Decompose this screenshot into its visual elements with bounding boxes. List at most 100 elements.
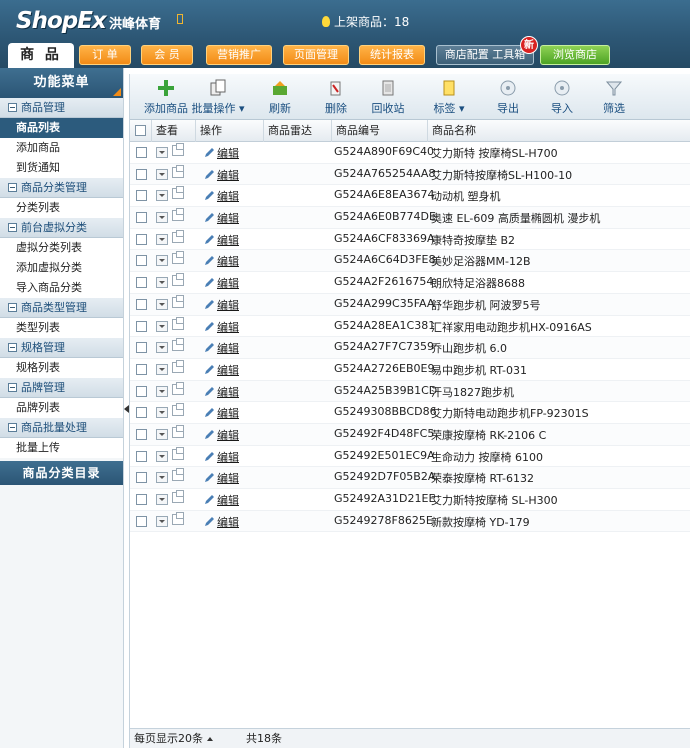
- table-row[interactable]: 编辑 G52492F4D48FC5 荣康按摩椅 RK-2106 C: [130, 423, 690, 446]
- row-checkbox[interactable]: [136, 212, 147, 224]
- view-icon[interactable]: [172, 490, 184, 503]
- row-dropdown-icon[interactable]: [156, 407, 168, 419]
- edit-link[interactable]: 编辑: [217, 492, 239, 508]
- tab-pages[interactable]: 页面管理: [283, 45, 349, 65]
- edit-link[interactable]: 编辑: [217, 167, 239, 183]
- table-row[interactable]: 编辑 G524A6E8EA3674 动动机 塑身机: [130, 185, 690, 208]
- row-checkbox[interactable]: [136, 428, 147, 440]
- view-icon[interactable]: [172, 316, 184, 330]
- add-goods-button[interactable]: 添加商品: [136, 78, 196, 116]
- row-dropdown-icon[interactable]: [156, 212, 168, 224]
- tag-button[interactable]: 标签 ▾: [419, 78, 479, 116]
- sidebar-group-brand[interactable]: 品牌管理: [0, 378, 123, 398]
- table-row[interactable]: 编辑 G524A890F69C40 艾力斯特 按摩椅SL-H700: [130, 142, 690, 164]
- tab-marketing[interactable]: 营销推广: [206, 45, 272, 65]
- row-dropdown-icon[interactable]: [156, 428, 168, 440]
- view-icon[interactable]: [172, 229, 184, 243]
- view-icon[interactable]: [172, 468, 184, 482]
- view-icon[interactable]: [172, 294, 184, 308]
- table-row[interactable]: 编辑 G524A27F7C7359 乔山跑步机 6.0: [130, 337, 690, 359]
- sidebar-item-category-list[interactable]: 分类列表: [0, 198, 123, 218]
- tab-reports[interactable]: 统计报表: [359, 45, 425, 65]
- collapse-icon[interactable]: [8, 383, 17, 392]
- row-checkbox[interactable]: [136, 515, 147, 527]
- edit-link[interactable]: 编辑: [217, 319, 239, 335]
- col-name[interactable]: 商品名称: [428, 120, 690, 142]
- table-row[interactable]: 编辑 G524A299C35FAA 舒华跑步机 阿波罗5号: [130, 293, 690, 316]
- row-checkbox[interactable]: [136, 233, 147, 245]
- select-all-checkbox[interactable]: [135, 125, 146, 136]
- sidebar-group-spec[interactable]: 规格管理: [0, 338, 123, 358]
- tab-store-config-toolbox[interactable]: 商店配置 工具箱: [436, 45, 534, 65]
- view-icon[interactable]: [172, 403, 184, 417]
- sidebar-group-goods[interactable]: 商品管理: [0, 98, 123, 118]
- edit-link[interactable]: 编辑: [217, 427, 239, 443]
- sidebar-item-arrival-notice[interactable]: 到货通知: [0, 158, 123, 178]
- view-icon[interactable]: [172, 251, 184, 265]
- sidebar-item-batch-upload[interactable]: 批量上传: [0, 438, 123, 458]
- collapse-icon[interactable]: [8, 223, 17, 232]
- collapse-icon[interactable]: [8, 183, 17, 192]
- row-dropdown-icon[interactable]: [156, 363, 168, 375]
- row-checkbox[interactable]: [136, 342, 147, 354]
- edit-link[interactable]: 编辑: [217, 253, 239, 269]
- edit-link[interactable]: 编辑: [217, 384, 239, 400]
- sidebar-item-virtual-list[interactable]: 虚拟分类列表: [0, 238, 123, 258]
- row-dropdown-icon[interactable]: [156, 385, 168, 397]
- delete-button[interactable]: 删除: [306, 78, 366, 116]
- table-row[interactable]: 编辑 G524A6CF83369A 康特奇按摩垫 B2: [130, 229, 690, 251]
- row-dropdown-icon[interactable]: [156, 255, 168, 267]
- row-dropdown-icon[interactable]: [156, 342, 168, 354]
- tab-members[interactable]: 会 员: [141, 45, 193, 65]
- sidebar-item-goods-list[interactable]: 商品列表: [0, 118, 123, 138]
- table-row[interactable]: 编辑 G52492E501EC9A 生命动力 按摩椅 6100: [130, 446, 690, 468]
- edit-link[interactable]: 编辑: [217, 362, 239, 378]
- filter-button[interactable]: 筛选: [584, 78, 644, 116]
- edit-link[interactable]: 编辑: [217, 340, 239, 356]
- view-icon[interactable]: [172, 164, 184, 178]
- export-button[interactable]: 导出: [478, 78, 538, 116]
- browse-store-button[interactable]: 浏览商店: [540, 45, 610, 65]
- row-checkbox[interactable]: [136, 363, 147, 375]
- table-row[interactable]: 编辑 G524A6E0B774DE 奥速 EL-609 高质量椭圆机 漫步机: [130, 207, 690, 229]
- view-icon[interactable]: [172, 359, 184, 373]
- refresh-button[interactable]: 刷新: [250, 78, 310, 116]
- row-dropdown-icon[interactable]: [156, 233, 168, 245]
- row-checkbox[interactable]: [136, 472, 147, 484]
- row-checkbox[interactable]: [136, 168, 147, 180]
- table-row[interactable]: 编辑 G5249308BBCD86 艾力斯特电动跑步机FP-92301S: [130, 402, 690, 424]
- row-dropdown-icon[interactable]: [156, 450, 168, 462]
- collapse-icon[interactable]: [8, 103, 17, 112]
- view-icon[interactable]: [172, 381, 184, 395]
- table-row[interactable]: 编辑 G524A25B39B1CD 汗马1827跑步机: [130, 380, 690, 403]
- collapse-icon[interactable]: [8, 343, 17, 352]
- row-checkbox[interactable]: [136, 255, 147, 267]
- row-dropdown-icon[interactable]: [156, 494, 168, 505]
- import-button[interactable]: 导入: [532, 78, 592, 116]
- view-icon[interactable]: [172, 338, 184, 352]
- view-icon[interactable]: [172, 446, 184, 460]
- tab-orders[interactable]: 订 单: [79, 45, 131, 65]
- table-row[interactable]: 编辑 G524A6C64D3FE8 美妙足浴器MM-12B: [130, 250, 690, 273]
- col-actions[interactable]: 操作: [196, 120, 264, 142]
- col-code[interactable]: 商品编号: [332, 120, 428, 142]
- row-checkbox[interactable]: [136, 320, 147, 332]
- collapse-icon[interactable]: [8, 303, 17, 312]
- category-catalog-button[interactable]: 商品分类目录: [0, 461, 123, 485]
- sidebar-item-type-list[interactable]: 类型列表: [0, 318, 123, 338]
- row-checkbox[interactable]: [136, 190, 147, 202]
- collapse-icon[interactable]: [8, 423, 17, 432]
- table-row[interactable]: 编辑 G52492D7F05B2A 荣泰按摩椅 RT-6132: [130, 467, 690, 489]
- edit-link[interactable]: 编辑: [217, 210, 239, 226]
- col-view[interactable]: 查看: [152, 120, 196, 142]
- edit-link[interactable]: 编辑: [217, 188, 239, 204]
- table-row[interactable]: 编辑 G524A28EA1C381 汇祥家用电动跑步机HX-0916AS: [130, 316, 690, 338]
- table-row[interactable]: 编辑 G524A2726EB0E9 易中跑步机 RT-031: [130, 359, 690, 381]
- row-checkbox[interactable]: [136, 407, 147, 419]
- view-icon[interactable]: [172, 143, 184, 156]
- per-page-select[interactable]: 每页显示20条: [134, 729, 213, 748]
- recycle-bin-button[interactable]: 回收站: [358, 78, 418, 116]
- edit-link[interactable]: 编辑: [217, 405, 239, 421]
- row-checkbox[interactable]: [136, 298, 147, 310]
- table-row[interactable]: 编辑 G5249278F8625E 新款按摩椅 YD-179: [130, 510, 690, 533]
